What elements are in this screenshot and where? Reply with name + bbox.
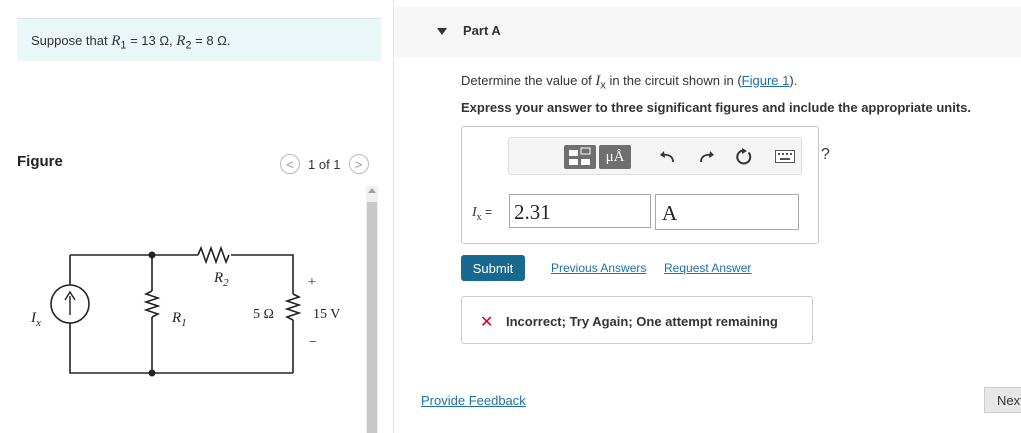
answer-box: μÅ ? Ix = 2.31 A (461, 126, 830, 244)
r1-resistor (143, 290, 161, 318)
help-icon[interactable]: ? (821, 146, 830, 164)
given-panel: Suppose that R1 = 13 Ω, R2 = 8 Ω. (17, 18, 381, 61)
units-icon[interactable]: μÅ (599, 145, 631, 169)
r2-resistor (197, 245, 230, 265)
submit-button[interactable]: Submit (461, 255, 525, 281)
reset-icon[interactable] (735, 148, 753, 166)
feedback-box: ✕ Incorrect; Try Again; One attempt rema… (461, 296, 813, 344)
r1-value: = 13 Ω, (126, 33, 173, 48)
scroll-thumb[interactable] (367, 202, 377, 433)
next-figure-button[interactable]: > (348, 154, 369, 174)
answer-variable-label: Ix = (472, 205, 493, 223)
r2-value: = 8 Ω. (191, 33, 231, 48)
source-label: Ix (30, 310, 41, 329)
top-wire-right (231, 254, 294, 294)
figure-link[interactable]: Figure 1 (742, 73, 790, 88)
node-bottom (148, 369, 156, 377)
answer-value-input[interactable]: 2.31 (509, 194, 651, 228)
node-top (148, 251, 156, 259)
question-text: Determine the value of Ix in the circuit… (461, 73, 798, 92)
undo-icon[interactable] (659, 150, 675, 164)
figure-pager: < 1 of 1 > (280, 153, 369, 175)
provide-feedback-link[interactable]: Provide Feedback (421, 393, 526, 408)
given-prefix: Suppose that (31, 33, 108, 48)
redo-icon[interactable] (699, 150, 715, 164)
answer-unit-input[interactable]: A (655, 194, 799, 230)
feedback-text: Incorrect; Try Again; One attempt remain… (506, 314, 778, 329)
incorrect-x-icon: ✕ (480, 314, 494, 331)
instruction-text: Express your answer to three significant… (461, 100, 971, 115)
plus-sign: + (308, 275, 316, 290)
keyboard-icon[interactable] (775, 150, 795, 163)
r2-label: R2 (213, 270, 229, 289)
part-header[interactable]: Part A (394, 7, 1021, 57)
bottom-wire (69, 323, 293, 374)
circuit-diagram: Ix R1 R2 5 Ω + 15 V − (30, 245, 340, 377)
templates-icon[interactable] (564, 145, 596, 169)
collapse-triangle-icon[interactable] (437, 28, 447, 35)
scroll-up-icon[interactable] (368, 188, 376, 193)
answer-toolbar: μÅ ? (508, 137, 830, 175)
panel-divider (393, 0, 394, 433)
voltage-label: 15 V (313, 307, 340, 322)
request-answer-link[interactable]: Request Answer (664, 261, 751, 275)
r1-label: R1 (171, 310, 187, 329)
prev-figure-button[interactable]: < (280, 154, 300, 174)
next-button[interactable]: Next (984, 387, 1021, 413)
previous-answers-link[interactable]: Previous Answers (551, 261, 646, 275)
figure-heading: Figure (17, 153, 63, 170)
given-statement: Suppose that R1 = 13 Ω, R2 = 8 Ω. (31, 33, 231, 52)
pager-text: 1 of 1 (308, 156, 341, 172)
minus-sign: − (309, 335, 317, 350)
part-title: Part A (463, 23, 501, 38)
resistor-5ohm-label: 5 Ω (253, 307, 274, 322)
figure-scrollbar[interactable] (366, 186, 378, 433)
r5-resistor (284, 293, 302, 321)
